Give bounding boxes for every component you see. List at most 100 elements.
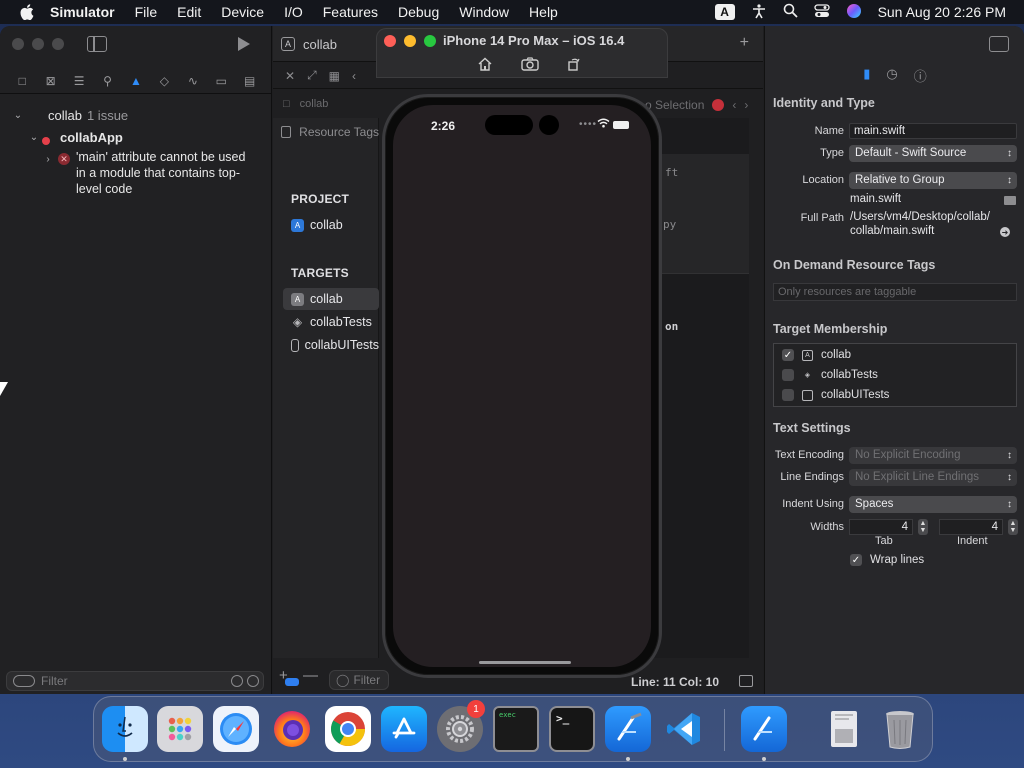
safari-icon[interactable]	[213, 706, 259, 752]
project-item-collab[interactable]: A collab	[283, 214, 379, 236]
menu-features[interactable]: Features	[323, 4, 378, 20]
menu-io[interactable]: I/O	[284, 4, 303, 20]
line-endings-popup[interactable]: No Explicit Line Endings	[849, 469, 1017, 486]
resource-tags-field[interactable]: Only resources are taggable	[773, 283, 1017, 301]
close-editor-icon[interactable]: ✕	[285, 69, 295, 83]
breakpoint-icon[interactable]: ▭	[213, 74, 229, 88]
test-icon[interactable]: ◇	[156, 74, 172, 88]
home-icon[interactable]	[477, 57, 493, 74]
recent-filter-icon[interactable]	[231, 675, 243, 687]
tab-collab[interactable]: A collab	[281, 34, 337, 54]
app-store-icon[interactable]	[381, 706, 427, 752]
home-indicator[interactable]	[479, 661, 571, 664]
firefox-icon[interactable]	[269, 706, 315, 752]
source-control-icon[interactable]: ⊠	[43, 74, 59, 88]
target-item-collabuitests[interactable]: collabUITests	[283, 334, 379, 356]
menu-help[interactable]: Help	[529, 4, 558, 20]
membership-checkbox[interactable]: ✓	[782, 349, 794, 361]
menu-app-name[interactable]: Simulator	[50, 4, 115, 20]
add-tab-icon[interactable]: +	[740, 34, 749, 52]
membership-checkbox[interactable]	[782, 369, 794, 381]
symbol-icon[interactable]: ☰	[71, 74, 87, 88]
inspector-toggle-icon[interactable]	[989, 36, 1009, 52]
iphone-screen[interactable]: 2:26 ••••	[393, 105, 651, 667]
tab-width-stepper[interactable]: ▲ ▼	[918, 519, 928, 535]
membership-row-collab[interactable]: ✓ A collab	[782, 346, 851, 364]
vscode-icon[interactable]	[661, 706, 707, 752]
sidebar-toggle-icon[interactable]	[87, 36, 107, 52]
help-inspector-icon[interactable]: ⓘ	[914, 66, 927, 90]
system-settings-icon[interactable]: 1	[437, 700, 485, 752]
issue-message[interactable]: 'main' attribute cannot be used in a mod…	[76, 149, 256, 197]
menu-window[interactable]: Window	[459, 4, 509, 20]
search-icon[interactable]	[783, 3, 798, 21]
indent-using-popup[interactable]: Spaces	[849, 496, 1017, 513]
issue-navigator-icon[interactable]: ▲	[128, 74, 144, 88]
grid-icon[interactable]: ▦	[329, 69, 340, 83]
simulator-icon[interactable]	[741, 706, 787, 752]
target-item-collabtests[interactable]: ◈ collabTests	[283, 311, 379, 333]
trash-icon[interactable]	[877, 706, 923, 752]
membership-checkbox[interactable]	[782, 389, 794, 401]
reveal-in-finder-icon[interactable]: ➜	[1000, 227, 1010, 237]
file-inspector-icon[interactable]: ▮	[863, 66, 870, 90]
menu-debug[interactable]: Debug	[398, 4, 439, 20]
membership-row-collabuitests[interactable]: collabUITests	[782, 386, 889, 404]
menubar-clock[interactable]: Sun Aug 20 2:26 PM	[878, 4, 1006, 20]
find-icon[interactable]: ⚲	[100, 74, 116, 88]
next-issue-icon[interactable]: ›	[744, 98, 748, 112]
folder-icon[interactable]	[1004, 196, 1016, 205]
membership-row-collabtests[interactable]: ◈ collabTests	[782, 366, 878, 384]
expand-icon[interactable]: ⤢	[307, 68, 317, 83]
chevron-down-icon[interactable]: ⌄	[28, 132, 40, 143]
indent-width-field[interactable]: 4	[939, 519, 1003, 535]
back-icon[interactable]: ‹	[352, 69, 356, 83]
menu-edit[interactable]: Edit	[177, 4, 201, 20]
preview-icon[interactable]	[821, 706, 867, 752]
tree-row-project[interactable]: ⌄ collab 1 issue	[0, 104, 272, 126]
encoding-popup[interactable]: No Explicit Encoding	[849, 447, 1017, 464]
rotate-icon[interactable]	[567, 57, 581, 74]
chevron-right-icon[interactable]: ›	[42, 154, 54, 165]
close-button[interactable]	[384, 35, 396, 47]
debug-icon[interactable]: ∿	[185, 74, 201, 88]
menu-file[interactable]: File	[135, 4, 158, 20]
xcode-icon[interactable]	[605, 706, 651, 752]
issues-filter-icon[interactable]	[247, 675, 259, 687]
chevron-down-icon[interactable]: ⌄	[12, 110, 24, 121]
history-inspector-icon[interactable]: ◷	[886, 66, 897, 90]
type-popup[interactable]: Default - Swift Source	[849, 145, 1017, 162]
folder-icon[interactable]: □	[14, 74, 30, 88]
apple-menu-icon[interactable]	[18, 3, 36, 21]
report-icon[interactable]: ▤	[242, 74, 258, 88]
name-field[interactable]: main.swift	[849, 123, 1017, 139]
menu-device[interactable]: Device	[221, 4, 264, 20]
zoom-button[interactable]	[424, 35, 436, 47]
siri-icon[interactable]	[846, 3, 862, 22]
breakpoints-toggle-icon[interactable]	[285, 678, 299, 686]
tab-width-field[interactable]: 4	[849, 519, 913, 535]
minimize-button[interactable]	[32, 38, 44, 50]
indent-width-stepper[interactable]: ▲ ▼	[1008, 519, 1018, 535]
chrome-icon[interactable]	[325, 706, 371, 752]
input-source-icon[interactable]: A	[714, 4, 735, 20]
run-icon[interactable]	[238, 37, 250, 51]
debug-area-toggle-icon[interactable]	[739, 675, 753, 687]
target-item-collab[interactable]: A collab	[283, 288, 379, 310]
control-center-icon[interactable]	[813, 3, 830, 21]
screenshot-icon[interactable]	[521, 57, 539, 74]
error-indicator-icon[interactable]	[712, 99, 725, 111]
minimize-button[interactable]	[404, 35, 416, 47]
tree-row-group[interactable]: ⌄ collabApp	[0, 126, 272, 148]
path-item[interactable]: collab	[300, 98, 329, 110]
launchpad-icon[interactable]	[157, 706, 203, 752]
accessibility-icon[interactable]	[751, 3, 767, 22]
finder-icon[interactable]	[102, 706, 148, 752]
close-button[interactable]	[12, 38, 24, 50]
wrap-lines-row[interactable]: ✓ Wrap lines	[850, 551, 924, 569]
resource-tags-tab[interactable]: Resource Tags	[273, 118, 379, 146]
navigator-filter-field[interactable]: Filter	[6, 671, 264, 691]
zoom-button[interactable]	[52, 38, 64, 50]
terminal-icon[interactable]: >_	[549, 706, 595, 752]
console-icon[interactable]: exec	[493, 706, 539, 752]
